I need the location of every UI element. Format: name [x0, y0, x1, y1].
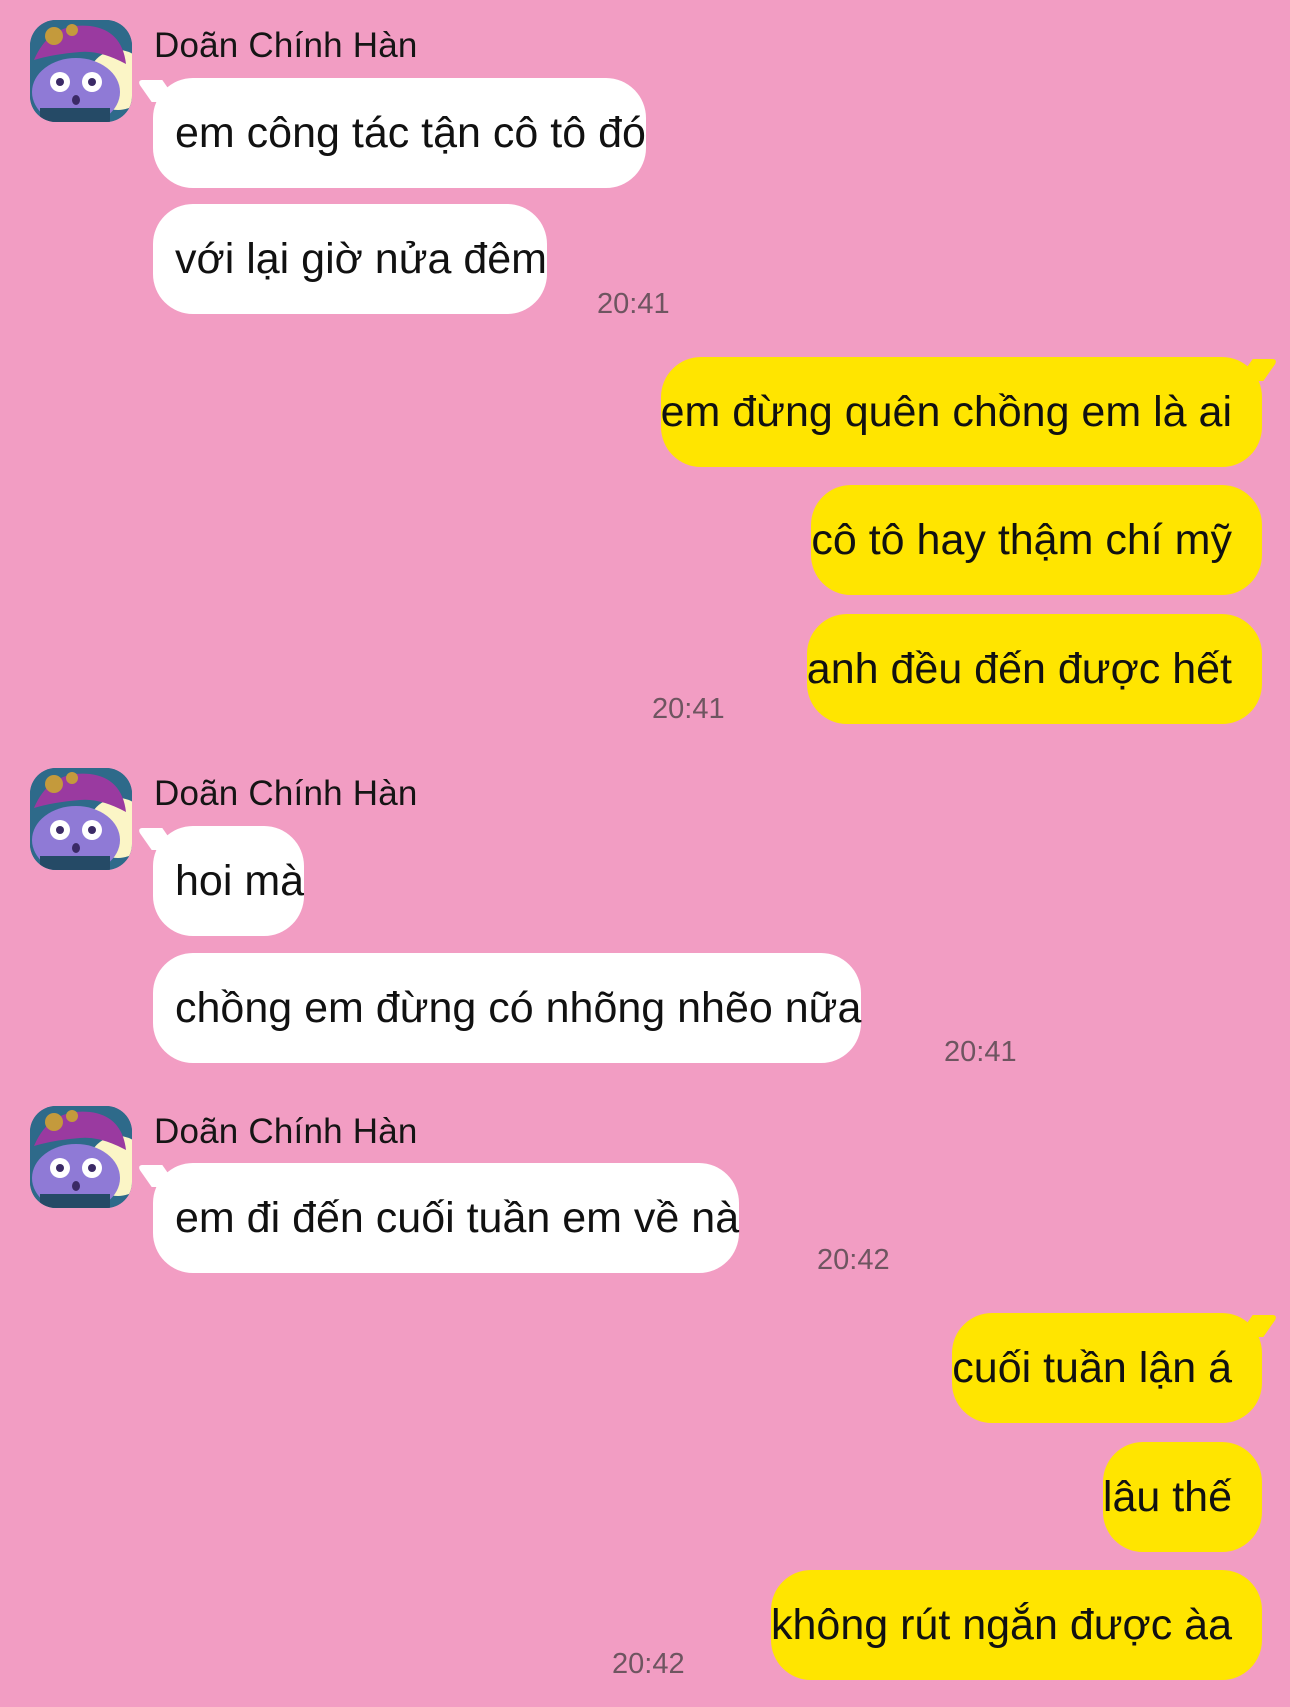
sender-avatar[interactable]: [30, 20, 132, 122]
message-bubble[interactable]: chồng em đừng có nhõng nhẽo nữa: [153, 953, 862, 1063]
message-bubble[interactable]: em đi đến cuối tuần em về nà: [153, 1163, 740, 1273]
message-bubble[interactable]: em công tác tận cô tô đó: [153, 78, 646, 188]
message-bubble[interactable]: anh đều đến được hết: [806, 614, 1262, 724]
message-timestamp: 20:41: [652, 693, 725, 725]
sender-name: Doãn Chính Hàn: [154, 1112, 418, 1151]
message-bubble[interactable]: em đừng quên chồng em là ai: [660, 357, 1262, 467]
message-bubble[interactable]: lâu thế: [1102, 1442, 1262, 1552]
message-timestamp: 20:41: [944, 1036, 1017, 1068]
message-timestamp: 20:41: [597, 288, 670, 320]
sender-avatar[interactable]: [30, 768, 132, 870]
sender-name: Doãn Chính Hàn: [154, 774, 418, 813]
sender-name: Doãn Chính Hàn: [154, 26, 418, 65]
sticker-avatar-icon: [30, 768, 132, 870]
sticker-avatar-icon: [30, 20, 132, 122]
sticker-avatar-icon: [30, 1106, 132, 1208]
message-bubble[interactable]: cuối tuần lận á: [952, 1313, 1262, 1423]
message-bubble[interactable]: với lại giờ nửa đêm: [153, 204, 547, 314]
sender-avatar[interactable]: [30, 1106, 132, 1208]
message-bubble[interactable]: cô tô hay thậm chí mỹ: [811, 485, 1262, 595]
message-bubble[interactable]: hoi mà: [153, 826, 305, 936]
message-timestamp: 20:42: [817, 1244, 890, 1276]
message-bubble[interactable]: không rút ngắn được àa: [770, 1570, 1262, 1680]
message-timestamp: 20:42: [612, 1648, 685, 1680]
